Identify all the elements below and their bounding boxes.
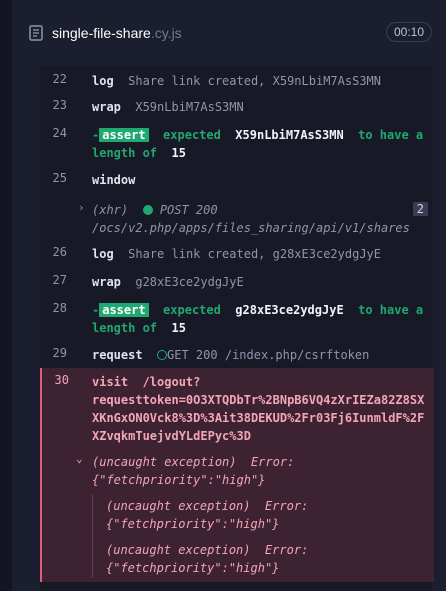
command-name: wrap xyxy=(92,100,121,114)
assert-to-have: to have a xyxy=(358,303,424,317)
assert-length: 15 xyxy=(171,146,186,160)
left-panel-edge xyxy=(0,0,12,591)
command-name: log xyxy=(92,74,114,88)
line-number: 24 xyxy=(52,126,67,140)
status-dot-icon xyxy=(142,205,153,215)
command-message: Share link created, X59nLbiM7AsS3MN xyxy=(128,74,382,88)
line-number: 26 xyxy=(52,245,67,259)
request-url: /index.php/csrftoken xyxy=(224,348,370,362)
exception-detail: {"fetchpriority":"high"} xyxy=(92,473,266,487)
failed-command-block[interactable]: 30 visit /logout? requesttoken=0O3XTQDbT… xyxy=(40,368,434,582)
exception-error: Error: xyxy=(264,499,309,513)
exception-detail: {"fetchpriority":"high"} xyxy=(106,561,280,575)
command-message: g28xE3ce2ydgJyE xyxy=(135,275,244,289)
duration-badge: 00:10 xyxy=(385,22,432,42)
visit-url-line1: /logout? xyxy=(142,375,201,389)
exception-label: (uncaught exception) xyxy=(92,455,237,469)
exception-label: (uncaught exception) xyxy=(106,543,251,557)
command-name: visit xyxy=(92,375,129,389)
command-name: wrap xyxy=(92,275,121,289)
line-number: 27 xyxy=(52,273,67,287)
exception-error: Error: xyxy=(264,543,309,557)
command-log: 22 log Share link created, X59nLbiM7AsS3… xyxy=(40,66,434,591)
assert-badge: assert xyxy=(99,303,149,317)
exception-error: Error: xyxy=(250,455,295,469)
line-number: 25 xyxy=(52,171,67,185)
visit-url-line4: XZvqkmTuejvdYLdEPyc%3D xyxy=(92,429,251,443)
xhr-count-badge: 2 xyxy=(412,202,428,216)
chevron-down-icon[interactable]: ⌄ xyxy=(76,452,83,465)
assert-to-have: to have a xyxy=(358,128,424,142)
spec-filename[interactable]: single-file-share.cy.js xyxy=(52,25,182,41)
assert-length-of: length of xyxy=(92,146,158,160)
visit-url-line2: requesttoken=0O3XTQDbTr%2BNpB6VQ4zXrIEZa… xyxy=(92,393,425,407)
line-number: 29 xyxy=(52,346,67,360)
xhr-label: (xhr) xyxy=(92,203,129,217)
command-message: X59nLbiM7AsS3MN xyxy=(135,100,244,114)
spec-extension: .cy.js xyxy=(150,25,182,41)
status-ring-icon xyxy=(157,350,168,360)
assert-length-of: length of xyxy=(92,321,158,335)
line-number: 23 xyxy=(52,98,67,112)
file-icon xyxy=(29,25,43,41)
spec-header: single-file-share.cy.js 00:10 xyxy=(12,0,446,66)
line-number: 22 xyxy=(52,72,67,86)
command-name: request xyxy=(92,348,143,362)
assert-value: X59nLbiM7AsS3MN xyxy=(235,128,344,142)
assert-value: g28xE3ce2ydgJyE xyxy=(235,303,344,317)
line-number: 28 xyxy=(52,301,67,315)
chevron-right-icon[interactable]: › xyxy=(78,201,85,214)
nested-exceptions: (uncaught exception) Error: {"fetchprior… xyxy=(92,494,308,578)
line-number: 30 xyxy=(54,373,69,387)
command-name: log xyxy=(92,247,114,261)
exception-label: (uncaught exception) xyxy=(106,499,251,513)
command-message: Share link created, g28xE3ce2ydgJyE xyxy=(128,247,382,261)
command-name: window xyxy=(92,173,136,187)
exception-detail: {"fetchpriority":"high"} xyxy=(106,517,280,531)
assert-expected: expected xyxy=(163,303,221,317)
request-method-status: GET 200 xyxy=(167,348,218,362)
assert-expected: expected xyxy=(163,128,221,142)
visit-url-line3: XKnGxON0Vck8%3D%3Ait38DEKUD%2Fr03Fj6Iunm… xyxy=(92,411,425,425)
assert-length: 15 xyxy=(171,321,186,335)
assert-badge: assert xyxy=(99,128,149,142)
xhr-method-status: POST 200 xyxy=(159,203,218,217)
xhr-url: /ocs/v2.php/apps/files_sharing/api/v1/sh… xyxy=(92,221,410,235)
